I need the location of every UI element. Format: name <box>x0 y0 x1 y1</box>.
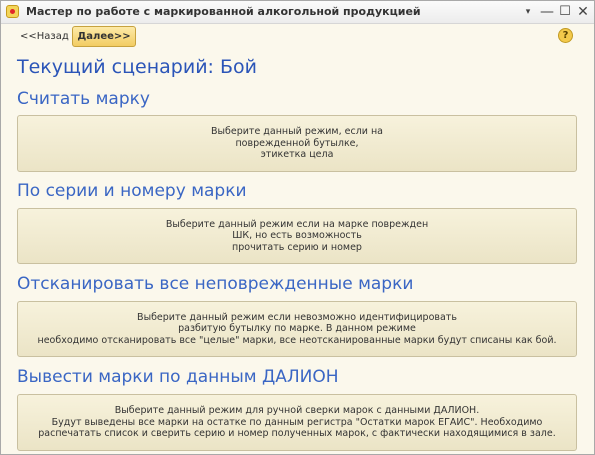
button-text-line: Выберите данный режим если невозможно ид… <box>137 311 457 323</box>
next-button[interactable]: Далее>> <box>72 26 136 47</box>
series-number-button[interactable]: Выберите данный режим если на марке повр… <box>17 208 577 264</box>
button-text-line: Будут выведены все марки на остатке по д… <box>51 416 543 428</box>
help-icon[interactable]: ? <box>558 28 573 43</box>
button-text-line: поврежденной бутылке, <box>235 137 359 149</box>
read-mark-button[interactable]: Выберите данный режим, если на поврежден… <box>17 115 577 172</box>
button-text-line: прочитать серию и номер <box>232 241 362 253</box>
close-button[interactable]: ✕ <box>575 4 591 20</box>
button-text-line: Выберите данный режим для ручной сверки … <box>114 405 480 417</box>
dalion-button[interactable]: Выберите данный режим для ручной сверки … <box>17 394 577 451</box>
button-text-line: разбитую бутылку по марке. В данном режи… <box>178 323 416 335</box>
window-title: Мастер по работе с маркированной алкогол… <box>26 5 421 18</box>
scenario-title: Текущий сценарий: Бой <box>17 56 257 78</box>
scan-intact-button[interactable]: Выберите данный режим если невозможно ид… <box>17 301 577 357</box>
heading-read-mark: Считать марку <box>17 89 150 109</box>
button-text-line: распечатать список и сверить серию и ном… <box>38 428 556 440</box>
button-text-line: Выберите данный режим, если на <box>210 126 383 138</box>
wizard-window: Мастер по работе с маркированной алкогол… <box>0 0 595 455</box>
button-text-line: ШК, но есть возможность <box>232 230 362 242</box>
button-text-line: необходимо отсканировать все "целые" мар… <box>37 334 557 346</box>
button-text-line: Выберите данный режим если на марке повр… <box>165 218 429 230</box>
window-menu-button[interactable]: ▾ <box>520 4 536 20</box>
app-icon <box>6 5 19 18</box>
heading-scan-intact: Отсканировать все неповрежденные марки <box>17 274 414 294</box>
title-bar: Мастер по работе с маркированной алкогол… <box>1 1 594 24</box>
button-text-line: этикетка цела <box>260 149 334 161</box>
back-button[interactable]: <<Назад <box>20 31 69 42</box>
minimize-button[interactable]: — <box>539 4 555 20</box>
heading-series-number: По серии и номеру марки <box>17 181 247 201</box>
maximize-button[interactable]: ☐ <box>557 4 573 20</box>
heading-dalion: Вывести марки по данным ДАЛИОН <box>17 367 339 387</box>
